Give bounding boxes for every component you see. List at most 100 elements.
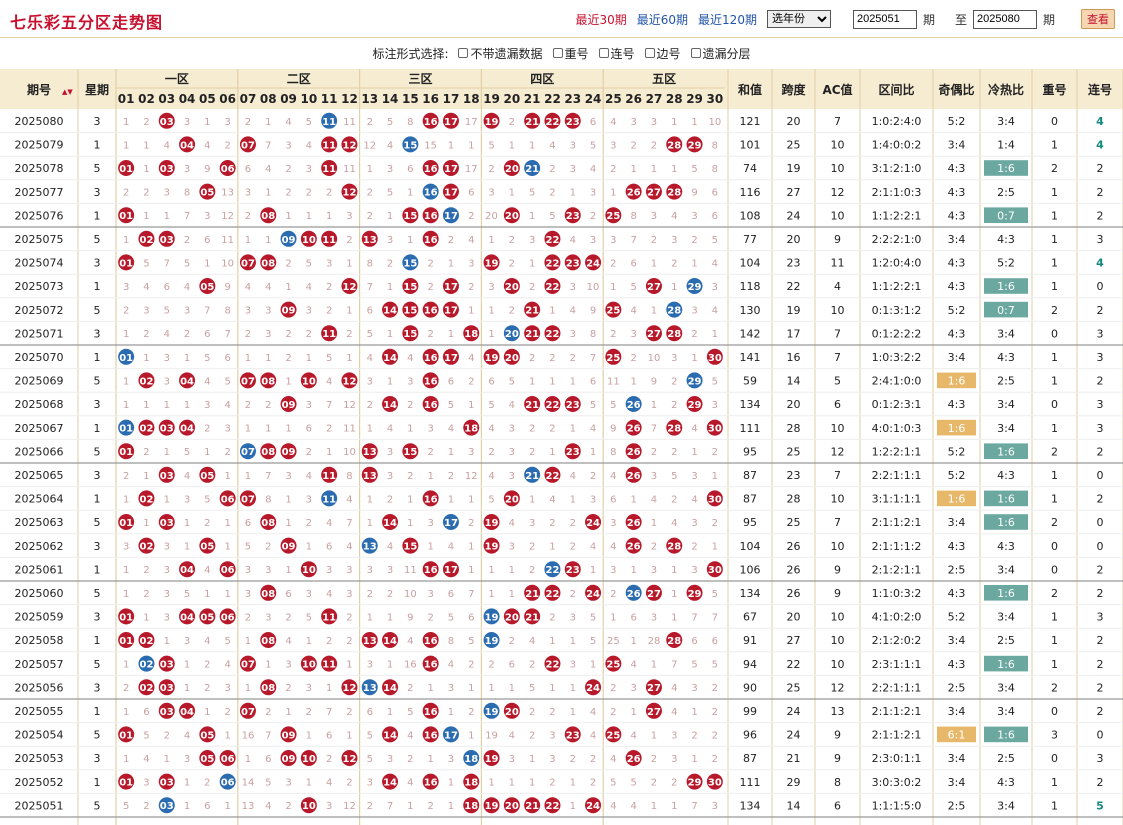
omission-value: 1	[529, 140, 535, 151]
stat-cell: 10	[831, 139, 845, 152]
stat-cell: 27	[787, 634, 801, 647]
ball-number: 19	[485, 353, 499, 364]
trend-grid: 期号 ▲▼ 星期一区 二区 三区 四区 五区01 02 03 04 05 06 07 08 09 10 11 12…	[0, 69, 1123, 825]
omission-value: 1	[204, 589, 210, 600]
omission-value: 7	[326, 707, 332, 718]
omission-value: 1	[184, 660, 190, 671]
ball-number: 28	[667, 306, 681, 317]
omission-value: 1	[448, 707, 454, 718]
stat-cell: 5:2	[997, 257, 1015, 270]
omission-value: 5	[387, 117, 393, 128]
omission-value: 1	[570, 188, 576, 199]
stat-cell: 1	[1051, 139, 1058, 152]
link-recent-120[interactable]: 最近120期	[698, 11, 757, 28]
checkbox-icon[interactable]	[690, 48, 701, 58]
omission-value: 5	[610, 400, 616, 411]
option-repeat[interactable]: 重号	[552, 45, 589, 62]
header-period[interactable]: 期号	[27, 82, 51, 97]
omission-value: 2	[651, 778, 657, 789]
stat-header: 奇偶比	[938, 82, 974, 97]
omission-value: 3	[245, 306, 251, 317]
number-header: 09	[280, 92, 297, 106]
ball-number: 03	[160, 660, 174, 671]
stat-cell: 10	[831, 611, 845, 624]
ball-number: 08	[261, 376, 275, 387]
stat-cell: 87	[743, 469, 757, 482]
omission-value: 7	[691, 801, 697, 812]
sort-icon[interactable]: ▲▼	[62, 88, 73, 96]
omission-value: 1	[245, 471, 251, 482]
omission-value: 3	[306, 400, 312, 411]
omission-value: 3	[448, 754, 454, 765]
omission-value: 2	[448, 471, 454, 482]
omission-value: 3	[671, 730, 677, 741]
omission-value: 3	[285, 140, 291, 151]
omission-value: 4	[590, 707, 596, 718]
omission-value: 2	[468, 660, 474, 671]
option-layer[interactable]: 遗漏分层	[690, 45, 751, 62]
year-select[interactable]: 选年份	[766, 10, 831, 28]
omission-value: 3	[164, 565, 170, 576]
omission-value: 3	[570, 164, 576, 175]
omission-value: 3	[427, 589, 433, 600]
stat-cell: 3:4	[997, 563, 1015, 576]
omission-value: 2	[387, 589, 393, 600]
ball-number: 25	[606, 660, 620, 671]
omission-value: 1	[570, 778, 576, 789]
option-consecutive[interactable]: 连号	[598, 45, 635, 62]
checkbox-icon[interactable]	[458, 48, 469, 58]
omission-value: 3	[184, 636, 190, 647]
link-recent-60[interactable]: 最近60期	[637, 11, 688, 28]
number-header: 11	[321, 92, 338, 106]
checkbox-icon[interactable]	[552, 48, 563, 58]
omission-value: 2	[427, 801, 433, 812]
omission-value: 2	[265, 542, 271, 553]
ball-number: 16	[424, 660, 438, 671]
omission-value: 2	[204, 424, 210, 435]
omission-value: 4	[204, 636, 210, 647]
end-period-input[interactable]	[972, 9, 1037, 29]
link-recent-30[interactable]: 最近30期	[575, 11, 626, 28]
omission-value: 2	[306, 329, 312, 340]
omission-value: 6	[326, 730, 332, 741]
omission-value: 1	[123, 117, 129, 128]
stat-cell: 0	[1051, 115, 1058, 128]
omission-value: 1	[367, 424, 373, 435]
omission-value: 3	[671, 353, 677, 364]
omission-value: 5	[590, 612, 596, 623]
ball-number: 20	[505, 707, 519, 718]
omission-value: 1	[164, 211, 170, 222]
ball-number: 05	[200, 612, 214, 623]
checkbox-icon[interactable]	[598, 48, 609, 58]
number-header: 22	[544, 92, 561, 106]
omission-value: 2	[306, 188, 312, 199]
checkbox-icon[interactable]	[644, 48, 655, 58]
ball-number: 15	[403, 140, 417, 151]
omission-value: 6	[224, 353, 230, 364]
stat-cell: 2:5	[997, 375, 1015, 388]
omission-value: 1	[184, 400, 190, 411]
ball-number: 23	[566, 400, 580, 411]
stat-cell: 2	[1097, 445, 1104, 458]
omission-value: 4	[691, 424, 697, 435]
omission-value: 5	[143, 730, 149, 741]
view-button[interactable]: 查看	[1081, 9, 1115, 29]
ball-number: 01	[119, 518, 133, 529]
omission-value: 4	[346, 542, 352, 553]
stat-cell: 116	[740, 186, 761, 199]
omission-value: 1	[143, 140, 149, 151]
omission-value: 19	[485, 730, 498, 741]
option-edge[interactable]: 边号	[644, 45, 681, 62]
ball-number: 01	[119, 258, 133, 269]
stat-cell: 7	[834, 327, 841, 340]
omission-value: 4	[387, 542, 393, 553]
omission-value: 5	[407, 707, 413, 718]
option-no-omission[interactable]: 不带遗漏数据	[458, 45, 543, 62]
stat-cell: 4:3	[948, 327, 966, 340]
omission-value: 1	[143, 612, 149, 623]
ball-number: 23	[566, 730, 580, 741]
ball-number: 08	[261, 518, 275, 529]
omission-value: 2	[712, 447, 718, 458]
ball-number: 17	[444, 117, 458, 128]
start-period-input[interactable]	[852, 9, 917, 29]
